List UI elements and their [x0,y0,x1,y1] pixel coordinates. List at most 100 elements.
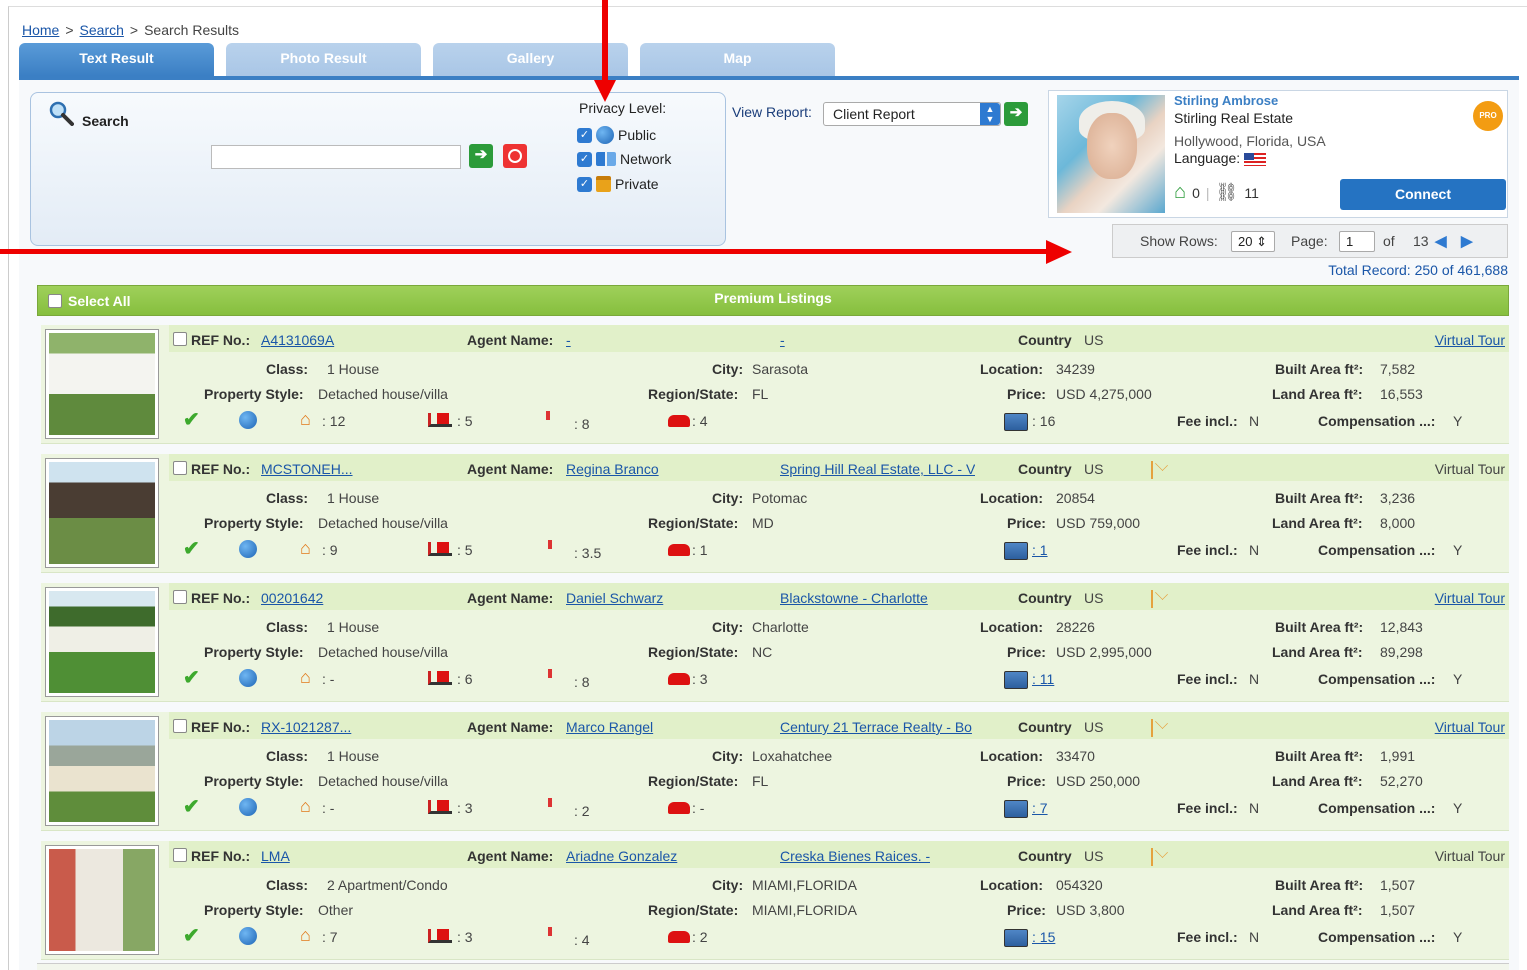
annotation-arrow-down [602,0,608,85]
listing-checkbox[interactable] [173,719,187,733]
prev-page-icon[interactable]: ◀ [1435,232,1447,250]
listing-checkbox[interactable] [173,590,187,604]
bedrooms-value: : 5 [457,413,473,429]
next-page-icon[interactable]: ▶ [1461,232,1473,250]
globe-icon[interactable] [239,927,257,945]
virtual-tour-link[interactable]: Virtual Tour [1435,461,1505,477]
rows-per-page-select[interactable]: 20 ⇕ [1231,231,1275,252]
fee-value: N [1249,800,1260,816]
city-label: City: [712,619,744,635]
virtual-tour-link[interactable]: Virtual Tour [1435,719,1505,735]
listing-thumbnail[interactable] [45,716,159,826]
office-link[interactable]: Spring Hill Real Estate, LLC - V [780,461,975,477]
compensation-label: Compensation ...: [1318,413,1436,429]
photos-count[interactable]: : 11 [1032,671,1054,687]
location-label: Location: [980,619,1043,635]
pagination-bar: Show Rows: 20 ⇕ Page: 1 of 13 ◀ ▶ [1112,224,1508,258]
search-icon [49,101,74,126]
rooms-icon: ⌂ [300,925,311,945]
agent-language: Language: [1174,150,1267,166]
tab-gallery[interactable]: Gallery [433,43,628,76]
mail-icon[interactable] [1151,848,1153,866]
network-checkbox[interactable]: ✓ [577,151,592,167]
fee-value: N [1249,413,1260,429]
globe-icon[interactable] [239,669,257,687]
connect-button[interactable]: Connect [1340,179,1506,210]
report-go-button[interactable]: ➔ [1004,102,1028,126]
location-value: 34239 [1056,361,1095,377]
virtual-tour-link[interactable]: Virtual Tour [1435,332,1505,348]
ref-link[interactable]: 00201642 [261,590,323,606]
listing-checkbox[interactable] [173,848,187,862]
photos-count[interactable]: : 15 [1032,929,1055,945]
page-input[interactable]: 1 [1339,231,1375,252]
report-select[interactable]: Client Report ▲ ▼ [823,102,1001,126]
listing-thumbnail[interactable] [45,329,159,439]
ref-link[interactable]: LMA [261,848,290,864]
privacy-option-public[interactable]: ✓ Public [577,126,656,144]
mail-icon[interactable] [1151,590,1153,608]
agent-language-label: Language: [1174,150,1241,166]
office-link[interactable]: Century 21 Terrace Realty - Bo [780,719,972,735]
virtual-tour-link[interactable]: Virtual Tour [1435,848,1505,864]
rooms-value: : 12 [322,413,346,429]
globe-icon[interactable] [239,798,257,816]
agent-label: Agent Name: [467,848,554,864]
office-link[interactable]: - [780,332,785,348]
tab-photo-result[interactable]: Photo Result [226,43,421,76]
search-go-button[interactable]: ➔ [469,144,493,168]
built-area-value: 7,582 [1380,361,1416,377]
tab-text-result[interactable]: Text Result [19,43,214,76]
agent-link[interactable]: Ariadne Gonzalez [566,848,677,864]
agent-link[interactable]: - [566,332,571,348]
tab-map[interactable]: Map [640,43,835,76]
parking-icon [668,415,690,427]
arrow-right-icon: ➔ [474,146,488,163]
breadcrumb-search-link[interactable]: Search [80,22,124,38]
agent-name[interactable]: Stirling Ambrose [1174,93,1278,108]
city-value: Loxahatchee [752,748,833,764]
agent-label: Agent Name: [467,590,554,606]
agent-link[interactable]: Marco Rangel [566,719,653,735]
public-checkbox[interactable]: ✓ [577,127,592,143]
location-value: 33470 [1056,748,1095,764]
search-input[interactable] [211,145,461,169]
mail-icon[interactable] [1151,461,1153,479]
home-icon: ⌂ [1174,181,1187,203]
office-link[interactable]: Blackstowne - Charlotte [780,590,928,606]
agent-link[interactable]: Regina Branco [566,461,659,477]
location-label: Location: [980,748,1043,764]
parking-icon [668,931,690,943]
total-record: Total Record: 250 of 461,688 [1328,262,1508,278]
listing-thumbnail[interactable] [45,587,159,697]
listing-row: REF No.: 00201642 Agent Name: Daniel Schwar… [41,583,1509,702]
listing-checkbox[interactable] [173,461,187,475]
reset-search-button[interactable] [503,144,527,168]
agent-link[interactable]: Daniel Schwarz [566,590,663,606]
fee-value: N [1249,929,1260,945]
photos-count[interactable]: : 1 [1032,542,1048,558]
listing-checkbox[interactable] [173,332,187,346]
globe-icon[interactable] [239,411,257,429]
virtual-tour-link[interactable]: Virtual Tour [1435,590,1505,606]
breadcrumb-home-link[interactable]: Home [22,22,59,38]
bedrooms-value: : 6 [457,671,473,687]
ref-link[interactable]: MCSTONEH... [261,461,353,477]
bathrooms-value: : 3.5 [574,545,602,561]
country-label: Country [1018,848,1072,864]
listing-row: REF No.: A4131069A Agent Name: - - Country US V… [41,325,1509,444]
privacy-option-network[interactable]: ✓ Network [577,151,671,167]
class-value: 1 House [327,490,380,506]
listing-thumbnail[interactable] [45,845,159,955]
land-area-value: 1,507 [1380,902,1416,918]
private-checkbox[interactable]: ✓ [577,176,592,192]
ref-link[interactable]: A4131069A [261,332,334,348]
privacy-option-private[interactable]: ✓ Private [577,176,659,192]
ref-link[interactable]: RX-1021287... [261,719,351,735]
listing-thumbnail[interactable] [45,458,159,568]
annotation-arrow-down-head [594,80,616,102]
globe-icon[interactable] [239,540,257,558]
office-link[interactable]: Creska Bienes Raices. - [780,848,930,864]
mail-icon[interactable] [1151,719,1153,737]
photos-count[interactable]: : 7 [1032,800,1048,816]
